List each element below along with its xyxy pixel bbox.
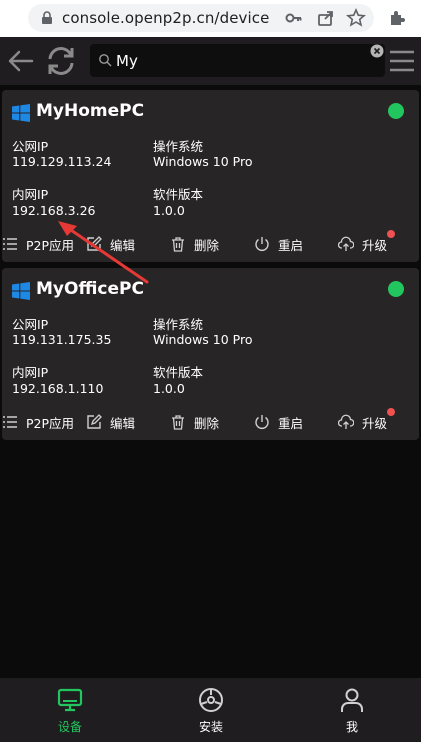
bottom-nav: 设备 安装 我 bbox=[0, 678, 421, 742]
search-icon bbox=[99, 54, 112, 67]
user-icon bbox=[341, 688, 363, 712]
cloud-upload-icon bbox=[338, 414, 354, 429]
power-icon bbox=[255, 237, 269, 251]
public-ip-value: 119.129.113.24 bbox=[12, 154, 112, 169]
nav-install-label: 安装 bbox=[198, 720, 223, 734]
public-ip-label: 公网IP bbox=[12, 317, 49, 332]
delete-button[interactable]: 删除 bbox=[170, 410, 219, 434]
lan-ip-value: 192.168.1.110 bbox=[12, 381, 104, 396]
p2p-app-button[interactable]: P2P应用 bbox=[2, 410, 74, 434]
key-icon[interactable] bbox=[284, 8, 304, 28]
version-label: 软件版本 bbox=[153, 187, 204, 202]
device-name: MyHomePC bbox=[36, 101, 145, 121]
windows-icon bbox=[12, 104, 30, 122]
list-icon bbox=[3, 416, 17, 428]
share-icon[interactable] bbox=[316, 8, 336, 28]
extensions-icon[interactable] bbox=[387, 8, 407, 28]
delete-label: 删除 bbox=[194, 237, 220, 253]
upgrade-button[interactable]: 升级 bbox=[338, 410, 387, 434]
lan-ip-label: 内网IP bbox=[12, 187, 49, 202]
edit-button[interactable]: 编辑 bbox=[86, 410, 135, 434]
upgrade-label: 升级 bbox=[362, 415, 388, 431]
restart-button[interactable]: 重启 bbox=[254, 410, 303, 434]
os-value: Windows 10 Pro bbox=[153, 154, 253, 169]
nav-devices-label: 设备 bbox=[57, 720, 82, 734]
lan-ip-value: 192.168.3.26 bbox=[12, 203, 96, 218]
monitor-icon bbox=[57, 688, 83, 712]
delete-button[interactable]: 删除 bbox=[170, 232, 219, 256]
device-actions: P2P应用 编辑 删除 重启 升级 bbox=[2, 408, 419, 434]
nav-me[interactable]: 我 bbox=[282, 678, 421, 742]
app-header bbox=[0, 37, 421, 85]
cloud-upload-icon bbox=[338, 236, 354, 251]
bookmark-star-icon[interactable] bbox=[346, 8, 366, 28]
upgrade-label: 升级 bbox=[362, 237, 388, 253]
power-icon bbox=[255, 415, 269, 429]
device-search-box[interactable] bbox=[90, 44, 385, 77]
upgrade-button[interactable]: 升级 bbox=[338, 232, 387, 256]
upgrade-badge bbox=[387, 408, 395, 416]
version-value: 1.0.0 bbox=[153, 381, 185, 396]
delete-label: 删除 bbox=[194, 415, 220, 431]
trash-icon bbox=[172, 415, 184, 430]
annotation-arrow-icon bbox=[58, 221, 149, 284]
version-value: 1.0.0 bbox=[153, 203, 185, 218]
windows-icon bbox=[12, 282, 30, 300]
nav-install[interactable]: 安装 bbox=[141, 678, 281, 742]
restart-button[interactable]: 重启 bbox=[254, 232, 303, 256]
os-label: 操作系统 bbox=[153, 139, 204, 154]
upgrade-badge bbox=[387, 230, 395, 238]
lock-icon bbox=[42, 11, 52, 24]
browser-toolbar: console.openp2p.cn/device bbox=[0, 0, 421, 37]
public-ip-value: 119.131.175.35 bbox=[12, 332, 112, 347]
clear-search-icon[interactable] bbox=[370, 44, 384, 58]
trash-icon bbox=[172, 237, 184, 252]
version-label: 软件版本 bbox=[153, 365, 204, 380]
list-icon bbox=[3, 238, 17, 250]
device-card[interactable]: MyOfficePC 公网IP 119.131.175.35 操作系统 Wind… bbox=[2, 268, 419, 440]
edit-icon bbox=[87, 414, 102, 429]
lan-ip-label: 内网IP bbox=[12, 365, 49, 380]
os-value: Windows 10 Pro bbox=[153, 332, 253, 347]
os-label: 操作系统 bbox=[153, 317, 204, 332]
refresh-icon[interactable] bbox=[44, 45, 78, 77]
public-ip-label: 公网IP bbox=[12, 139, 49, 154]
search-input[interactable] bbox=[116, 48, 366, 74]
p2p-app-label: P2P应用 bbox=[26, 415, 75, 431]
install-gauge-icon bbox=[199, 688, 223, 712]
restart-label: 重启 bbox=[278, 237, 304, 253]
edit-label: 编辑 bbox=[110, 415, 136, 431]
restart-label: 重启 bbox=[278, 415, 304, 431]
nav-devices[interactable]: 设备 bbox=[0, 678, 140, 742]
online-status-indicator bbox=[388, 103, 404, 119]
online-status-indicator bbox=[388, 281, 404, 297]
hamburger-menu-icon[interactable] bbox=[389, 48, 415, 74]
back-arrow-icon[interactable] bbox=[8, 49, 34, 73]
url-text: console.openp2p.cn/device bbox=[62, 9, 270, 27]
nav-me-label: 我 bbox=[345, 720, 358, 734]
